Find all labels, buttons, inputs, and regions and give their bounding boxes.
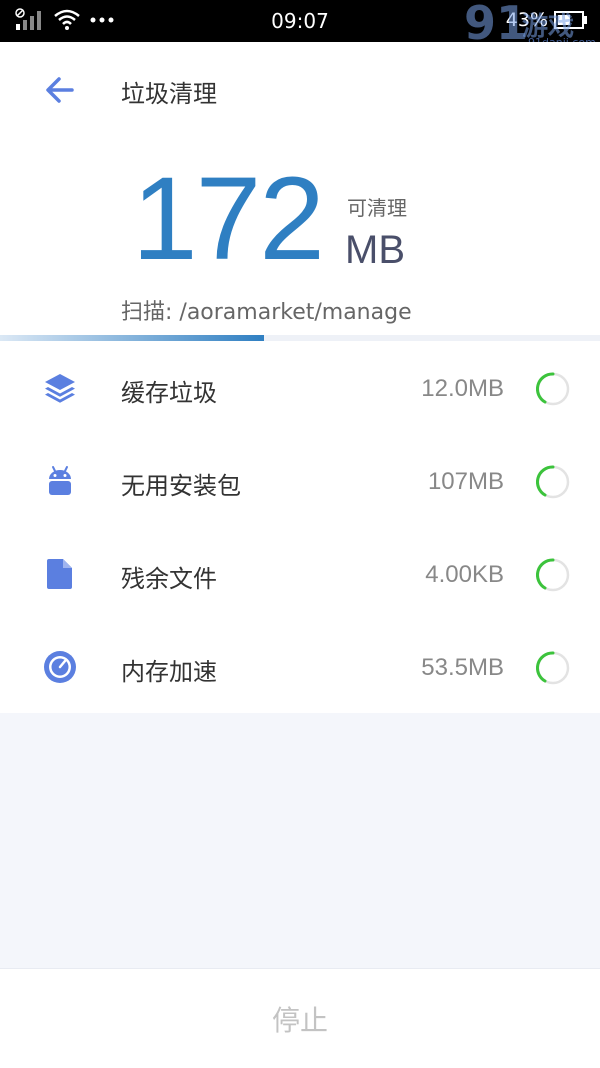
cleanable-amount: 172 xyxy=(132,153,325,285)
stop-button[interactable]: 停止 xyxy=(0,969,600,1068)
loading-spinner-icon xyxy=(536,465,570,499)
loading-spinner-icon xyxy=(536,372,570,406)
file-icon xyxy=(47,559,72,589)
scan-path: 扫描: /aoramarket/manage xyxy=(121,300,412,325)
list-item-size: 107MB xyxy=(427,468,504,495)
list-item-memory[interactable]: 内存加速 53.5MB xyxy=(0,620,600,713)
back-button[interactable] xyxy=(42,72,78,108)
list-item-cache[interactable]: 缓存垃圾 12.0MB xyxy=(0,341,600,434)
list-item-label: 残余文件 xyxy=(121,565,217,593)
battery-indicator: 43% xyxy=(506,9,588,31)
list-item-label: 内存加速 xyxy=(121,658,217,686)
cleanable-unit: MB xyxy=(345,228,405,272)
battery-percent: 43% xyxy=(505,9,548,31)
speedometer-icon xyxy=(44,651,76,683)
cleanable-label: 可清理 xyxy=(347,196,407,220)
list-item-size: 12.0MB xyxy=(421,375,504,402)
loading-spinner-icon xyxy=(536,651,570,685)
page-title: 垃圾清理 xyxy=(121,80,217,108)
list-item-size: 4.00KB xyxy=(425,561,504,588)
layers-icon xyxy=(45,374,75,403)
list-item-residual[interactable]: 残余文件 4.00KB xyxy=(0,527,600,620)
loading-spinner-icon xyxy=(536,558,570,592)
android-icon xyxy=(49,466,71,495)
list-item-size: 53.5MB xyxy=(421,654,504,681)
status-bar: 09:07 43% xyxy=(0,0,600,42)
junk-category-list: 缓存垃圾 12.0MB 无用安装包 107MB 残余文件 4.00KB 内存加速… xyxy=(0,341,600,713)
list-item-apk[interactable]: 无用安装包 107MB xyxy=(0,434,600,527)
list-item-label: 缓存垃圾 xyxy=(121,379,217,407)
back-arrow-icon xyxy=(46,77,74,103)
list-item-label: 无用安装包 xyxy=(121,472,241,500)
bottom-bar: 停止 xyxy=(0,968,600,1068)
battery-icon xyxy=(554,11,587,29)
summary-panel: 垃圾清理 172 可清理 MB 扫描: /aoramarket/manage xyxy=(0,42,600,338)
